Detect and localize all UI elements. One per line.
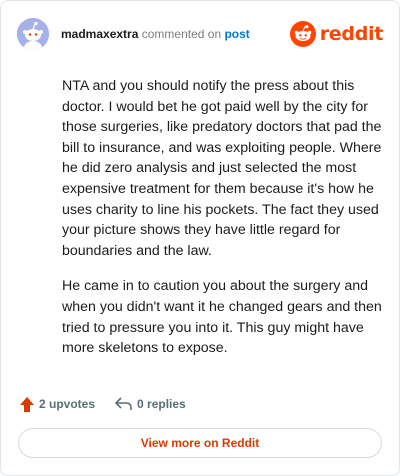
username[interactable]: madmaxextra <box>61 27 138 41</box>
upvote-count: 2 upvotes <box>39 397 96 411</box>
comment-footer: 2 upvotes 0 replies <box>19 393 206 415</box>
reddit-logo[interactable]: reddit <box>289 20 384 48</box>
comment-meta: madmaxextra commented on post <box>61 27 250 41</box>
comment-paragraph: He came in to caution you about the surg… <box>62 278 382 357</box>
action-text: commented on <box>141 27 222 41</box>
snoo-avatar-icon[interactable] <box>17 18 49 50</box>
upvote-arrow-icon <box>20 396 34 412</box>
reddit-snoo-icon <box>289 21 316 47</box>
comment-paragraph: NTA and you should notify the press abou… <box>62 78 382 259</box>
reddit-wordmark: reddit <box>319 23 384 45</box>
reply-stat[interactable]: 0 replies <box>115 396 186 412</box>
view-more-button[interactable]: View more on Reddit <box>18 428 382 458</box>
upvote-stat[interactable]: 2 upvotes <box>19 396 95 413</box>
comment-body: NTA and you should notify the press abou… <box>62 76 382 374</box>
post-link[interactable]: post <box>224 27 249 41</box>
comment-header: madmaxextra commented on post reddit <box>17 18 383 50</box>
comment-embed-card: madmaxextra commented on post reddit NTA… <box>0 0 400 476</box>
reply-arrow-icon <box>115 397 132 410</box>
reply-count: 0 replies <box>137 397 186 411</box>
